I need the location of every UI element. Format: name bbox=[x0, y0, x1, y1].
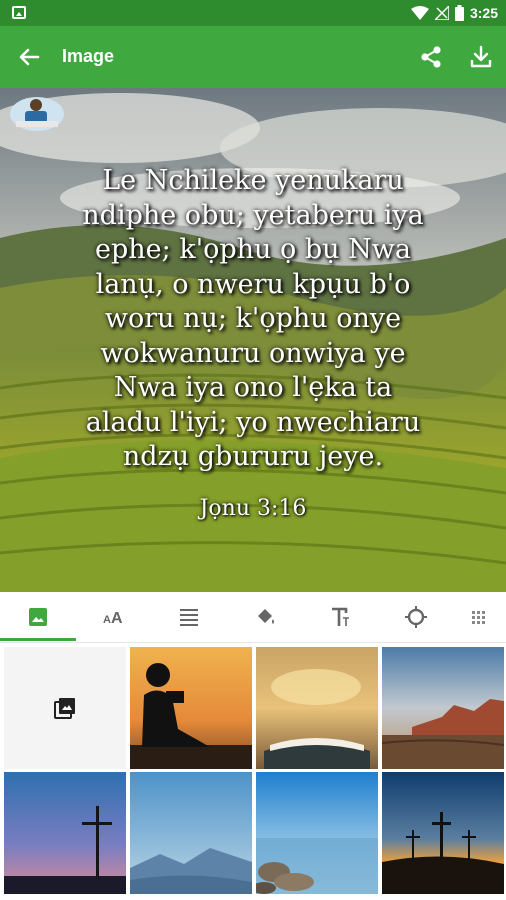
verse-line: Le Nchileke yenukaru bbox=[102, 165, 404, 196]
status-indicators: 3:25 bbox=[410, 4, 498, 22]
background-thumb-cross-twilight[interactable] bbox=[4, 772, 126, 894]
align-tab-icon bbox=[180, 609, 198, 626]
wifi-icon bbox=[410, 6, 429, 20]
tab-color-fill[interactable] bbox=[235, 592, 295, 642]
svg-text:A: A bbox=[111, 610, 123, 627]
gallery-picker-button[interactable] bbox=[4, 647, 126, 769]
verse-line: ephe; k'ọphu ọ bụ Nwa bbox=[95, 234, 411, 265]
editor-tab-bar: AA bbox=[0, 592, 506, 643]
verse-line: woru nụ; k'ọphu onye bbox=[104, 303, 402, 334]
back-arrow-icon[interactable] bbox=[14, 42, 44, 72]
tab-brightness[interactable] bbox=[386, 592, 446, 642]
image-tab-icon bbox=[29, 608, 47, 626]
grid-tab-icon bbox=[472, 611, 485, 624]
background-thumb-desert-canyon[interactable] bbox=[382, 647, 504, 769]
tab-align[interactable] bbox=[159, 592, 219, 642]
verse-line: Nwa iya ono l'ẹka ta bbox=[113, 372, 393, 403]
page-title: Image bbox=[62, 46, 115, 66]
tab-text-style[interactable] bbox=[310, 592, 370, 642]
verse-line: wokwanuru onwiya ye bbox=[100, 337, 406, 369]
background-thumb-open-bible[interactable] bbox=[256, 647, 378, 769]
user-avatar bbox=[10, 97, 64, 131]
download-icon[interactable] bbox=[466, 42, 496, 72]
verse-line: lanụ, o nweru kpụu b'o bbox=[95, 268, 411, 300]
verse-image-preview[interactable]: Le Nchileke yenukaru ndiphe obu; yetaber… bbox=[0, 88, 506, 592]
brightness-tab-icon bbox=[405, 606, 427, 628]
font-size-tab-icon: AA bbox=[103, 610, 123, 627]
background-thumb-boy-reading[interactable] bbox=[130, 647, 252, 769]
background-thumb-calm-shore[interactable] bbox=[256, 772, 378, 894]
selected-tab-indicator bbox=[0, 638, 76, 641]
tab-image[interactable] bbox=[8, 592, 68, 642]
share-icon[interactable] bbox=[416, 42, 446, 72]
verse-line: ndiphe obu; yetaberu iya bbox=[82, 199, 424, 231]
verse-line: aladu l'iyi; yo nwechiaru bbox=[85, 406, 421, 438]
verse-text: Le Nchileke yenukaru ndiphe obu; yetaber… bbox=[20, 164, 486, 475]
status-time: 3:25 bbox=[469, 5, 498, 21]
verse-line: ndzụ gbururu jeye. bbox=[122, 441, 384, 472]
image-notification-icon bbox=[12, 6, 26, 19]
background-thumb-three-crosses[interactable] bbox=[382, 772, 504, 894]
svg-text:A: A bbox=[103, 614, 111, 626]
text-style-tab-icon bbox=[332, 607, 349, 626]
tab-grid[interactable] bbox=[470, 592, 506, 642]
status-bar: 3:25 bbox=[0, 0, 506, 26]
tab-font-size[interactable]: AA bbox=[84, 592, 144, 642]
background-thumb-misty-mountains[interactable] bbox=[130, 772, 252, 894]
app-bar: Image bbox=[0, 26, 506, 88]
gallery-icon bbox=[54, 698, 75, 719]
color-fill-tab-icon bbox=[258, 609, 274, 624]
verse-reference: Jọnu 3:16 bbox=[199, 496, 307, 521]
no-signal-icon bbox=[434, 6, 449, 20]
battery-icon bbox=[454, 5, 464, 21]
background-image-grid bbox=[0, 644, 506, 900]
